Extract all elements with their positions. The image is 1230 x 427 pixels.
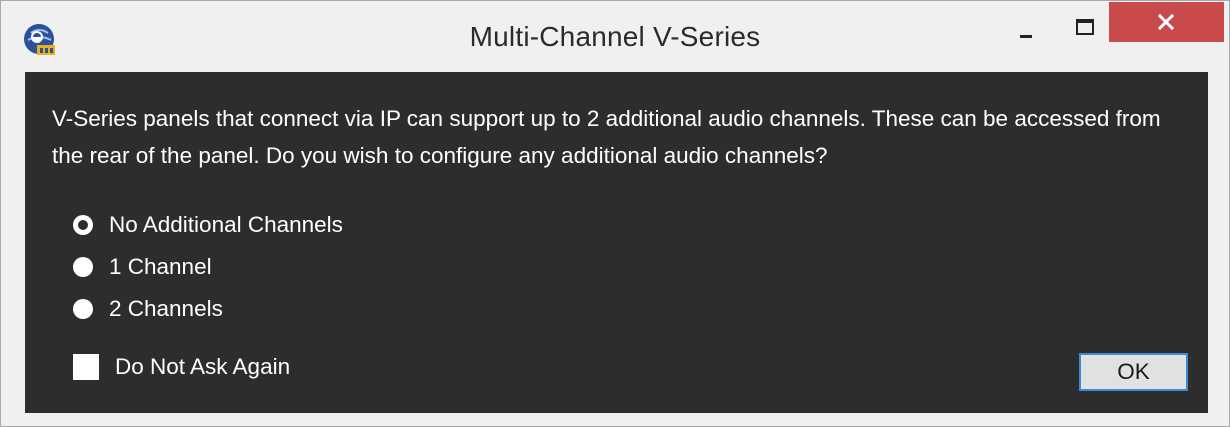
minimize-icon bbox=[1020, 35, 1032, 38]
maximize-button[interactable] bbox=[1059, 2, 1107, 42]
ok-button[interactable]: OK bbox=[1079, 353, 1188, 391]
close-icon bbox=[1157, 13, 1175, 31]
radio-button[interactable] bbox=[73, 299, 93, 319]
radio-label: No Additional Channels bbox=[109, 212, 343, 237]
radio-1-channel[interactable]: 1 Channel bbox=[73, 252, 212, 282]
radio-label: 1 Channel bbox=[109, 254, 212, 279]
maximize-icon bbox=[1076, 19, 1094, 35]
dialog-message: V-Series panels that connect via IP can … bbox=[52, 106, 1161, 168]
dialog-window: Multi-Channel V-Series V-Series panels t… bbox=[0, 0, 1230, 427]
title-bar[interactable]: Multi-Channel V-Series bbox=[1, 1, 1229, 71]
radio-button-checked[interactable] bbox=[73, 215, 93, 235]
radio-no-additional-channels[interactable]: No Additional Channels bbox=[73, 210, 343, 240]
minimize-button[interactable] bbox=[1003, 2, 1049, 42]
radio-label: 2 Channels bbox=[109, 296, 223, 321]
checkbox-box[interactable] bbox=[73, 354, 99, 380]
dialog-content: V-Series panels that connect via IP can … bbox=[25, 72, 1208, 413]
do-not-ask-again-checkbox[interactable]: Do Not Ask Again bbox=[73, 352, 290, 382]
radio-2-channels[interactable]: 2 Channels bbox=[73, 294, 223, 324]
checkbox-label: Do Not Ask Again bbox=[115, 354, 291, 379]
close-button[interactable] bbox=[1109, 2, 1224, 42]
radio-button[interactable] bbox=[73, 257, 93, 277]
